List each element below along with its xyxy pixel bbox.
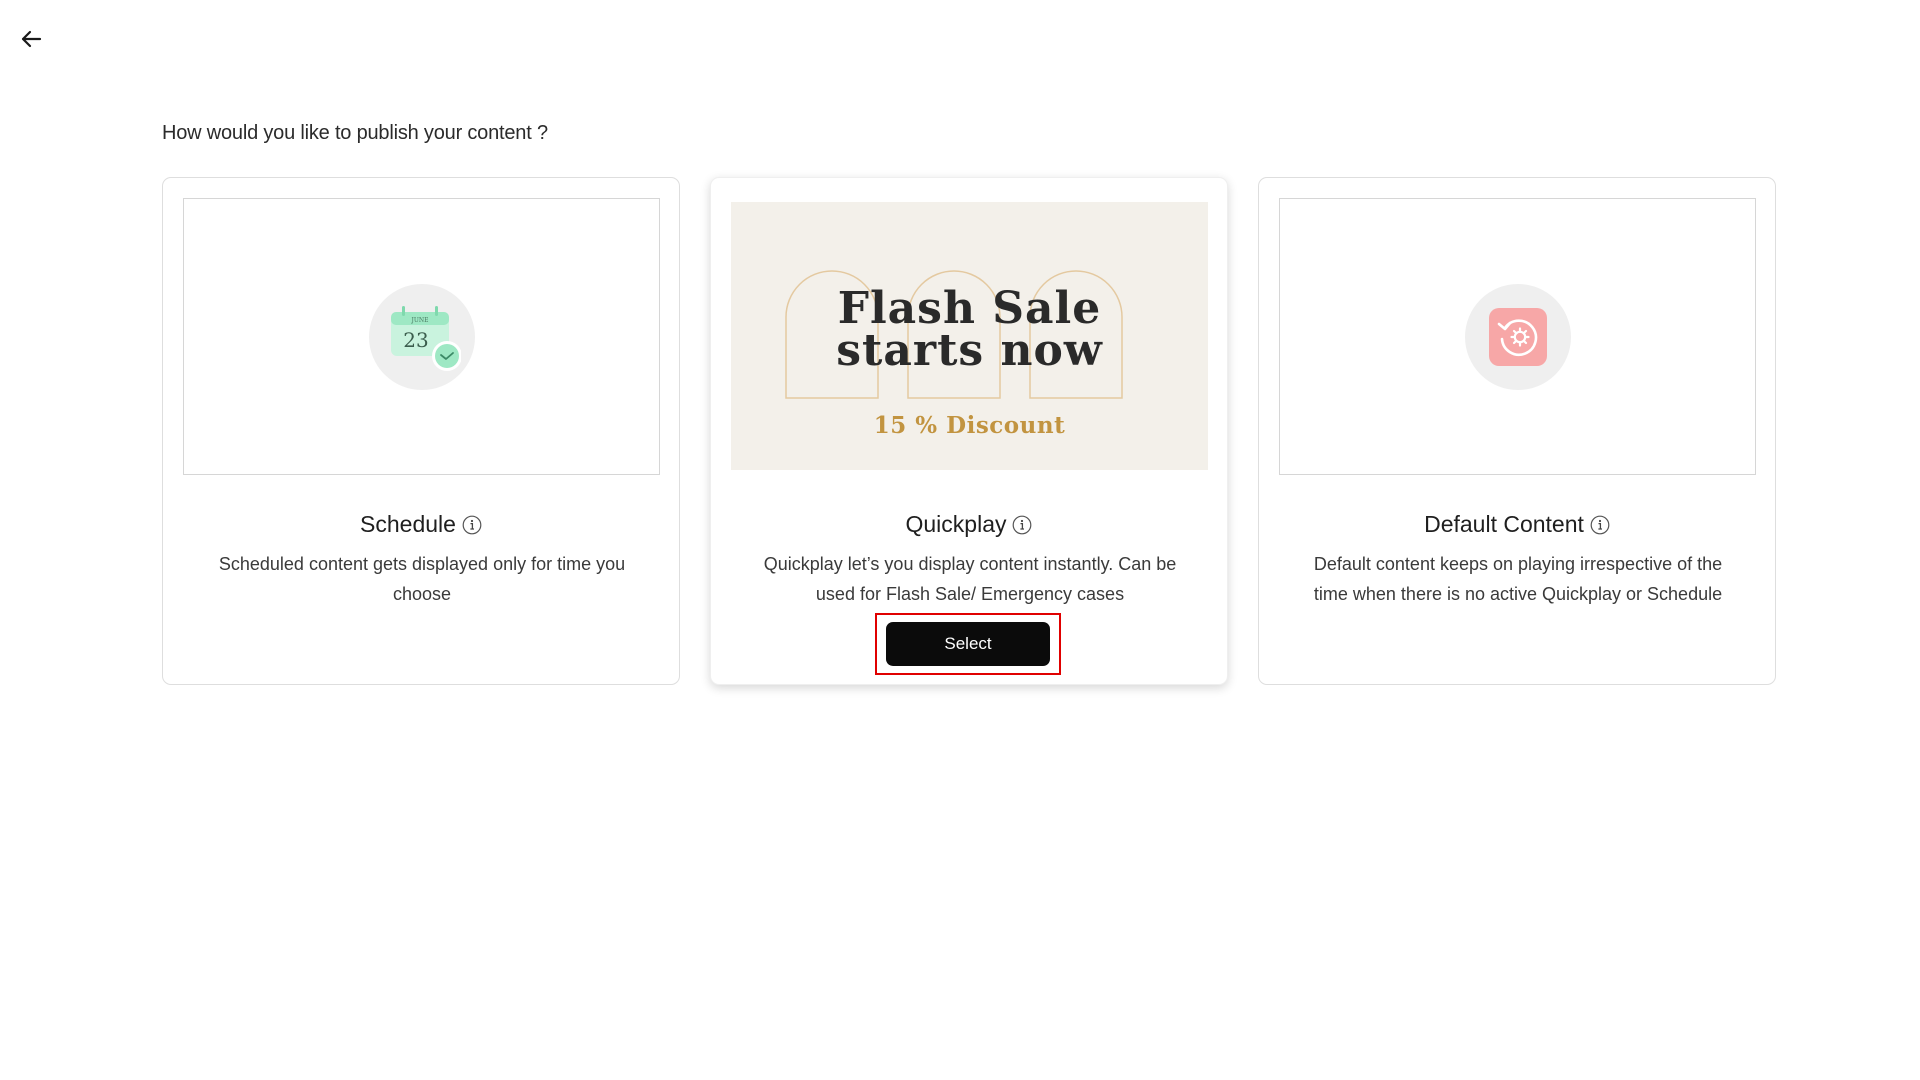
schedule-heading: Schedule <box>163 511 679 538</box>
default-content-card[interactable]: Default Content Default content keeps on… <box>1258 177 1776 685</box>
info-icon[interactable] <box>1590 515 1610 535</box>
flash-title-line2: starts now <box>836 325 1103 376</box>
calendar-day: 23 <box>403 328 428 352</box>
schedule-card[interactable]: JUNE 23 Schedule Scheduled content gets … <box>162 177 680 685</box>
flash-discount-text: 15 % Discount <box>873 412 1066 439</box>
default-icon-circle <box>1464 283 1571 390</box>
calendar-clock-icon: JUNE 23 <box>390 305 461 371</box>
schedule-preview: JUNE 23 <box>183 198 660 475</box>
info-icon[interactable] <box>1012 515 1032 535</box>
quickplay-card[interactable]: Flash Sale starts now 15 % Discount Quic… <box>710 177 1228 685</box>
arrow-left-icon <box>21 30 42 48</box>
default-content-preview <box>1279 198 1756 475</box>
info-icon[interactable] <box>462 515 482 535</box>
publish-options: JUNE 23 Schedule Scheduled content gets … <box>162 177 1776 685</box>
select-button[interactable]: Select <box>886 622 1050 666</box>
select-button-highlight: Select <box>875 613 1061 675</box>
default-content-description: Default content keeps on playing irrespe… <box>1313 554 1723 604</box>
quickplay-title: Quickplay <box>905 511 1007 537</box>
flash-sale-preview: Flash Sale starts now 15 % Discount <box>731 202 1208 470</box>
flash-sale-title: Flash Sale starts now <box>731 283 1208 376</box>
flash-title-line1: Flash Sale <box>837 283 1102 334</box>
default-content-replay-icon <box>1488 307 1547 366</box>
back-button[interactable] <box>18 26 44 52</box>
quickplay-description: Quickplay let’s you display content inst… <box>763 554 1177 604</box>
calendar-month: JUNE <box>410 317 428 324</box>
default-content-title: Default Content <box>1424 511 1584 537</box>
schedule-description: Scheduled content gets displayed only fo… <box>218 554 626 604</box>
schedule-title: Schedule <box>360 511 456 537</box>
schedule-icon-circle: JUNE 23 <box>368 283 475 390</box>
default-content-heading: Default Content <box>1259 511 1775 538</box>
page-title: How would you like to publish your conte… <box>162 122 548 144</box>
quickplay-heading: Quickplay <box>711 511 1227 538</box>
